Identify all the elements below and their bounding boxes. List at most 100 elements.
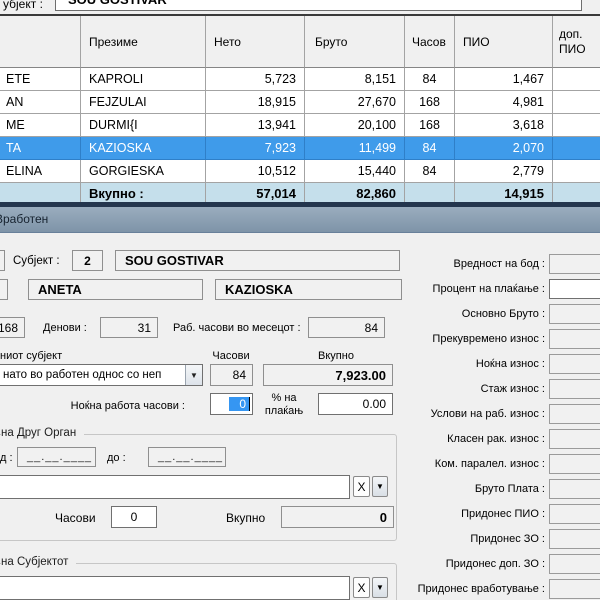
table-row[interactable]: ETE KAPROLI 5,723 8,151 84 1,467 <box>0 68 600 91</box>
payroll-app-window: убјект : SOU GOSTIVAR Презиме Нето Бруто… <box>0 0 600 600</box>
clear-button[interactable]: X <box>353 476 370 497</box>
subject-name-field-top[interactable]: SOU GOSTIVAR <box>55 0 582 11</box>
cell-bruto: 8,151 <box>305 68 405 91</box>
pay-percent-label-line2: плаќањ <box>265 405 303 417</box>
employment-contribution-label: Придонес вработување : <box>385 582 545 596</box>
cell-neto: 18,915 <box>206 91 305 114</box>
gross-salary-field <box>549 479 600 499</box>
table-header-row: Презиме Нето Бруто Часов ПИО доп. ПИО <box>0 16 600 68</box>
cell-dop-pio <box>553 160 600 183</box>
month-hours-field[interactable]: 84 <box>308 317 385 338</box>
total-column-header: Вкупно <box>301 349 371 363</box>
relation-total-field: 7,923.00 <box>263 364 393 386</box>
date-to-field[interactable]: __.__.____ <box>148 447 226 467</box>
table-row[interactable]: ELINA GORGIESKA 10,512 15,440 84 2,779 <box>0 160 600 183</box>
class-lead-amount-label: Класен рак. износ : <box>385 432 545 446</box>
header-neto: Нето <box>206 16 305 68</box>
total-empty <box>0 183 81 204</box>
cell-bruto: 11,499 <box>305 137 405 160</box>
night-amount-field <box>549 354 600 374</box>
header-bruto: Бруто <box>305 16 405 68</box>
header-hours: Часов <box>405 16 455 68</box>
overtime-amount-field <box>549 329 600 349</box>
pay-percent-right-label: Процент на плаќање : <box>385 282 545 296</box>
oo-total-label: Вкупно <box>226 511 265 525</box>
first-name-field[interactable]: ANETA <box>28 279 203 300</box>
cell-dop-pio <box>553 68 600 91</box>
cell-hours: 84 <box>405 137 455 160</box>
last-name-field[interactable]: KAZIOSKA <box>215 279 402 300</box>
cell-surname: GORGIESKA <box>81 160 206 183</box>
work-relation-dropdown-text: нато во работен однос со неп <box>0 369 185 381</box>
employee-section-title: Вработен <box>0 212 48 226</box>
pay-percent-field[interactable]: 0.00 <box>318 393 393 415</box>
cell-neto: 10,512 <box>206 160 305 183</box>
parallel-amount-field <box>549 454 600 474</box>
total-label: Вкупно : <box>81 183 206 204</box>
cut-field-left-a <box>0 250 5 271</box>
base-gross-field <box>549 304 600 324</box>
subject-label-cut: убјект : <box>3 0 43 11</box>
dop-zo-contribution-field <box>549 554 600 574</box>
pay-percent-right-field[interactable] <box>549 279 600 299</box>
cell-pio: 2,070 <box>455 137 553 160</box>
cell-neto: 5,723 <box>206 68 305 91</box>
cell-pio: 1,467 <box>455 68 553 91</box>
employee-section-bar: Вработен <box>0 207 600 233</box>
cell-pio: 3,618 <box>455 114 553 137</box>
header-name <box>0 16 81 68</box>
cell-name: AN <box>0 91 81 114</box>
zo-contribution-field <box>549 529 600 549</box>
clear-button[interactable]: X <box>353 577 370 598</box>
table-row-selected[interactable]: TA KAZIOSKA 7,923 11,499 84 2,070 <box>0 137 600 160</box>
cell-neto: 7,923 <box>206 137 305 160</box>
cell-neto: 13,941 <box>206 114 305 137</box>
cell-surname: KAZIOSKA <box>81 137 206 160</box>
work-conditions-amount-label: Услови на раб. износ : <box>385 407 545 421</box>
table-row[interactable]: AN FEJZULAI 18,915 27,670 168 4,981 <box>0 91 600 114</box>
cut-field-left-b <box>0 279 8 300</box>
night-work-label: Ноќна работа часови : <box>40 399 185 413</box>
night-work-field[interactable]: 0 <box>210 393 253 415</box>
date-to-label: до : <box>107 451 126 465</box>
dop-zo-contribution-label: Придонес доп. ЗО : <box>385 557 545 571</box>
subject-combo[interactable] <box>0 576 350 600</box>
seniority-amount-field <box>549 379 600 399</box>
overtime-amount-label: Прекувремено износ : <box>385 332 545 346</box>
subject-label: Субјект : <box>13 254 60 268</box>
cell-dop-pio <box>553 137 600 160</box>
subject-name-field[interactable]: SOU GOSTIVAR <box>115 250 400 271</box>
work-conditions-amount-field <box>549 404 600 424</box>
night-amount-label: Ноќна износ : <box>385 357 545 371</box>
month-hours-label: Раб. часови во месецот : <box>173 321 301 335</box>
chevron-down-icon[interactable]: ▼ <box>185 365 202 385</box>
cell-pio: 2,779 <box>455 160 553 183</box>
cell-hours: 168 <box>405 91 455 114</box>
total-hours <box>405 183 455 204</box>
other-organ-combo[interactable] <box>0 475 350 499</box>
hours-column-header: Часови <box>206 349 256 363</box>
cell-surname: FEJZULAI <box>81 91 206 114</box>
cell-dop-pio <box>553 114 600 137</box>
total-pio: 14,915 <box>455 183 553 204</box>
cell-bruto: 20,100 <box>305 114 405 137</box>
table-total-row: Вкупно : 57,014 82,860 14,915 <box>0 183 600 204</box>
total-neto: 57,014 <box>206 183 305 204</box>
cell-dop-pio <box>553 91 600 114</box>
table-row[interactable]: ME DURMI{I 13,941 20,100 168 3,618 <box>0 114 600 137</box>
work-relation-dropdown[interactable]: нато во работен однос со неп ▼ <box>0 364 203 386</box>
cut-field-168: 168 <box>0 317 25 338</box>
pay-percent-label: % наплаќањ <box>253 392 315 418</box>
cell-name: ME <box>0 114 81 137</box>
gross-salary-label: Бруто Плата : <box>385 482 545 496</box>
seniority-amount-label: Стаж износ : <box>385 382 545 396</box>
days-field[interactable]: 31 <box>100 317 158 338</box>
oo-total-field: 0 <box>281 506 394 528</box>
employment-contribution-field <box>549 579 600 599</box>
cell-hours: 84 <box>405 68 455 91</box>
total-bruto: 82,860 <box>305 183 405 204</box>
date-from-field[interactable]: __.__.____ <box>17 447 96 467</box>
class-lead-amount-field <box>549 429 600 449</box>
oo-hours-field[interactable]: 0 <box>111 506 157 528</box>
subject-code-field[interactable]: 2 <box>72 250 103 271</box>
